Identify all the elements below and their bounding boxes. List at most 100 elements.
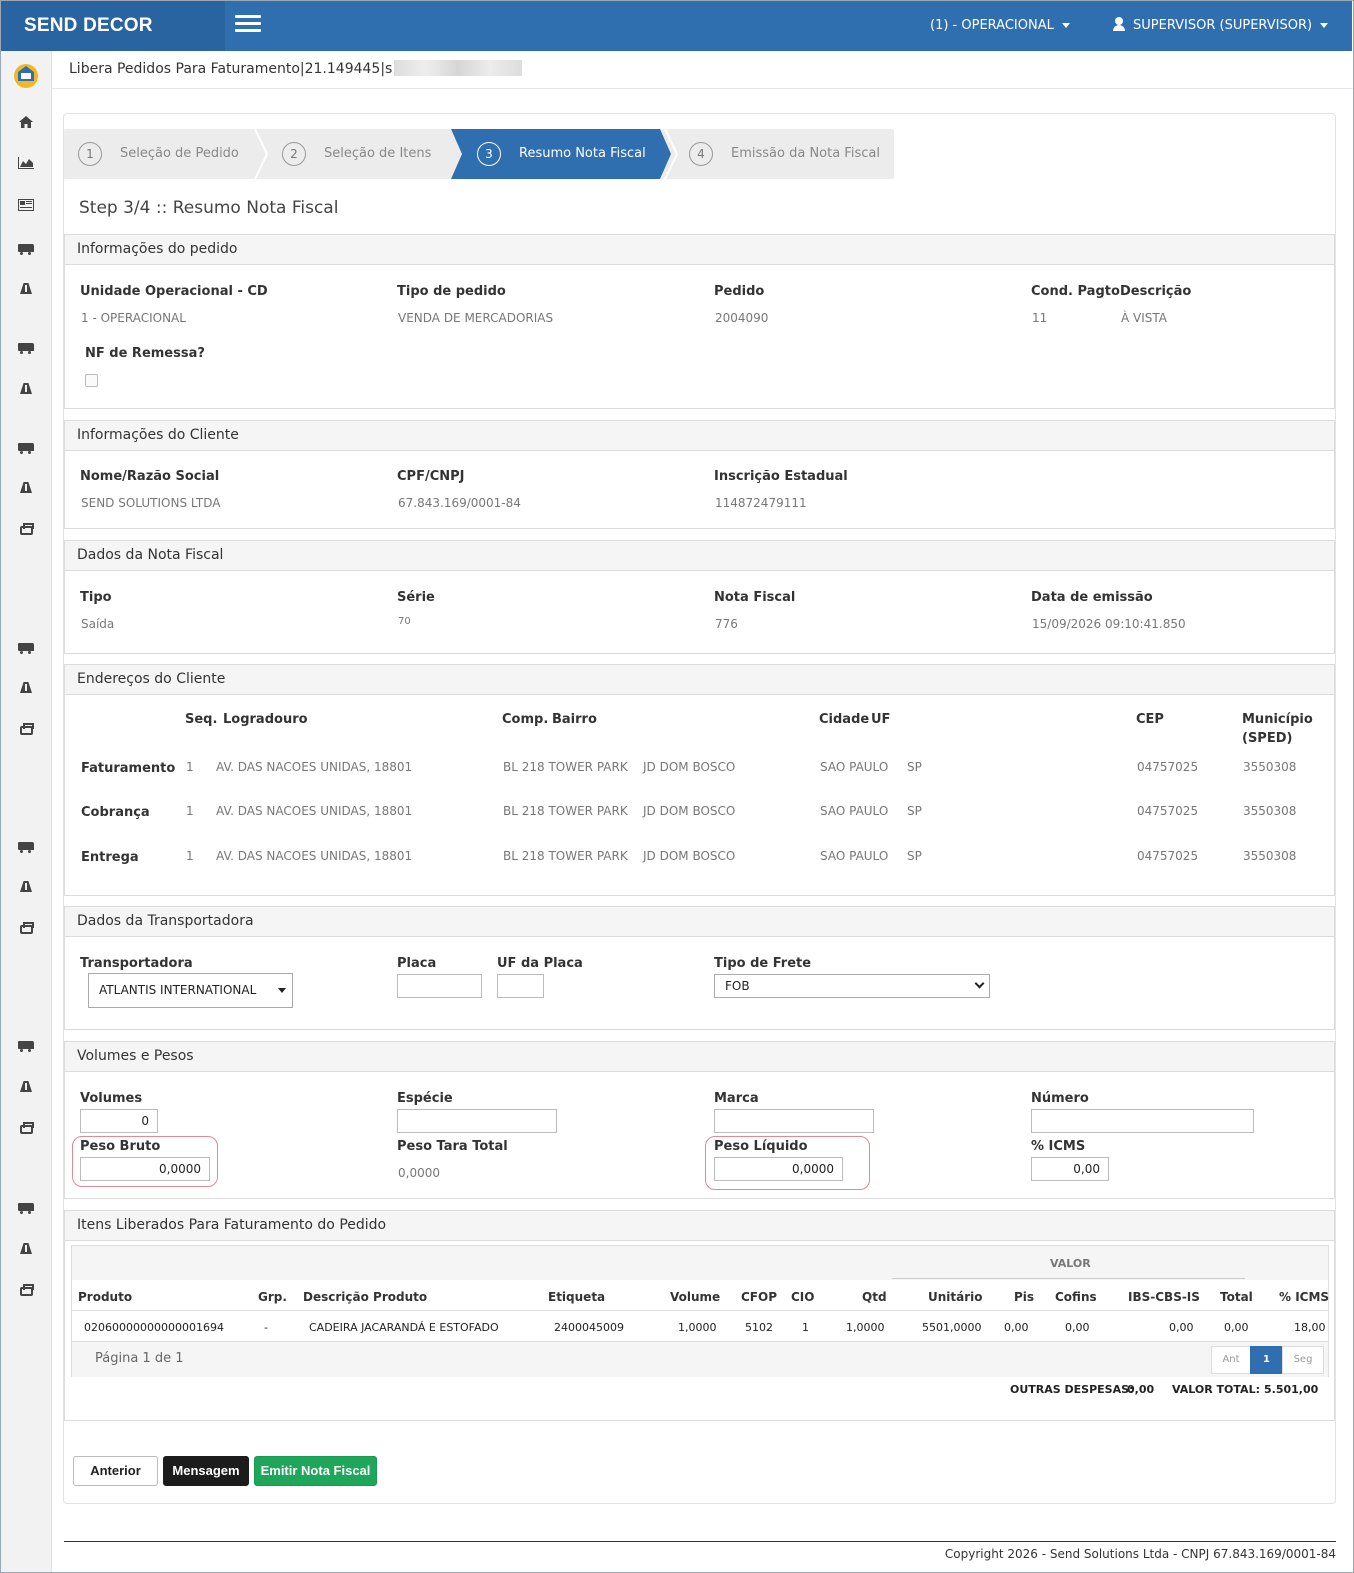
placa-label: Placa (397, 956, 437, 971)
anterior-button[interactable]: Anterior (73, 1456, 158, 1486)
peso-liquido-input[interactable]: 0,0000 (714, 1157, 843, 1181)
valor-total-label: VALOR TOTAL: (1172, 1383, 1260, 1396)
wizard-step-3[interactable]: 3 Resumo Nota Fiscal (477, 129, 646, 179)
col-descricao[interactable]: Descrição Produto (303, 1290, 427, 1304)
nf-remessa-checkbox[interactable] (85, 374, 98, 387)
printer-icon[interactable] (18, 523, 34, 536)
wizard-step-1[interactable]: 1 Seleção de Pedido (78, 129, 239, 179)
printer-icon[interactable] (18, 723, 34, 736)
road-icon[interactable] (18, 682, 34, 694)
area-chart-icon[interactable] (18, 157, 34, 169)
chevron-down-icon (974, 978, 985, 989)
nome-label: Nome/Razão Social (80, 469, 220, 484)
icms-input[interactable]: 0,00 (1031, 1157, 1109, 1181)
unit-dropdown[interactable]: (1) - OPERACIONAL (930, 1, 1070, 51)
numero-input[interactable] (1031, 1109, 1254, 1133)
nf-tipo-label: Tipo (80, 590, 112, 605)
peso-tara-label: Peso Tara Total (397, 1139, 508, 1154)
brand-logo[interactable]: SEND DECOR (1, 1, 225, 51)
col-grp[interactable]: Grp. (258, 1290, 287, 1304)
addr-type-faturamento: Faturamento (81, 761, 176, 776)
volumes-input[interactable]: 0 (80, 1109, 158, 1133)
col-produto[interactable]: Produto (78, 1290, 132, 1304)
app-logo-icon[interactable] (13, 61, 39, 89)
road-icon[interactable] (18, 1081, 34, 1093)
wizard-step-2[interactable]: 2 Seleção de Itens (282, 129, 431, 179)
addr-comp: BL 218 TOWER PARK (503, 760, 628, 774)
col-qtd[interactable]: Qtd (862, 1290, 887, 1304)
truck-icon[interactable] (18, 1039, 34, 1052)
addr-logradouro: AV. DAS NACOES UNIDAS, 18801 (216, 849, 413, 863)
addr-header-bairro: Bairro (552, 712, 597, 727)
emitir-nota-button[interactable]: Emitir Nota Fiscal (254, 1456, 377, 1486)
peso-bruto-input[interactable]: 0,0000 (80, 1157, 210, 1181)
printer-icon[interactable] (18, 1122, 34, 1135)
pager-page-1[interactable]: 1 (1250, 1346, 1283, 1374)
road-icon[interactable] (18, 383, 34, 395)
peso-liquido-label: Peso Líquido (714, 1139, 808, 1154)
addr-uf: SP (907, 760, 922, 774)
newspaper-icon[interactable] (18, 199, 34, 211)
user-dropdown[interactable]: SUPERVISOR (SUPERVISOR) (1113, 1, 1329, 51)
menu-toggle-icon[interactable] (235, 15, 261, 37)
item-cofins: 0,00 (1065, 1321, 1090, 1334)
sidebar (1, 51, 52, 1572)
truck-icon[interactable] (18, 441, 34, 454)
unidade-value: 1 - OPERACIONAL (81, 311, 186, 325)
truck-icon[interactable] (18, 641, 34, 654)
col-volume[interactable]: Volume (670, 1290, 720, 1304)
mensagem-button[interactable]: Mensagem (163, 1456, 249, 1486)
addr-cep: 04757025 (1137, 804, 1199, 818)
item-ibs: 0,00 (1169, 1321, 1194, 1334)
tipo-pedido-label: Tipo de pedido (397, 284, 506, 299)
col-cio[interactable]: CIO (791, 1290, 814, 1304)
uf-placa-input[interactable] (497, 974, 544, 998)
descricao-label: Descrição (1120, 284, 1192, 299)
road-icon[interactable] (18, 1243, 34, 1255)
icms-label: % ICMS (1031, 1139, 1086, 1154)
item-pis: 0,00 (1004, 1321, 1029, 1334)
col-total[interactable]: Total (1220, 1290, 1253, 1304)
truck-icon[interactable] (18, 242, 34, 255)
col-ibs[interactable]: IBS-CBS-IS (1128, 1290, 1200, 1304)
truck-icon[interactable] (18, 341, 34, 354)
col-etiqueta[interactable]: Etiqueta (548, 1290, 605, 1304)
addr-header-cidade: Cidade (819, 712, 870, 727)
truck-icon[interactable] (18, 1201, 34, 1214)
truck-icon[interactable] (18, 840, 34, 853)
chevron-down-icon (1061, 23, 1070, 28)
printer-icon[interactable] (18, 922, 34, 935)
especie-input[interactable] (397, 1109, 557, 1133)
pager-next-button[interactable]: Seg (1282, 1346, 1324, 1374)
cnpj-value: 67.843.169/0001-84 (398, 496, 521, 510)
pager-prev-button[interactable]: Ant (1211, 1346, 1251, 1374)
nf-numero-label: Nota Fiscal (714, 590, 796, 605)
top-navbar: SEND DECOR (1) - OPERACIONAL SUPERVISOR … (1, 1, 1352, 51)
user-icon (1113, 17, 1125, 31)
placa-input[interactable] (397, 974, 482, 998)
col-cfop[interactable]: CFOP (741, 1290, 777, 1304)
nf-tipo-value: Saída (81, 617, 115, 631)
addr-municipio: 3550308 (1243, 849, 1297, 863)
addr-municipio: 3550308 (1243, 760, 1297, 774)
tipo-frete-select[interactable]: FOB (714, 974, 990, 998)
redacted-text (394, 60, 523, 76)
home-icon[interactable] (18, 116, 34, 128)
addr-cidade: SAO PAULO (820, 760, 889, 774)
marca-input[interactable] (714, 1109, 874, 1133)
road-icon[interactable] (18, 283, 34, 295)
outras-despesas-label: OUTRAS DESPESAS: (1010, 1383, 1134, 1396)
col-unitario[interactable]: Unitário (928, 1290, 983, 1304)
col-pis[interactable]: Pis (1014, 1290, 1034, 1304)
col-cofins[interactable]: Cofins (1055, 1290, 1097, 1304)
road-icon[interactable] (18, 482, 34, 494)
addr-header-municipio: Município (1242, 712, 1313, 727)
addr-logradouro: AV. DAS NACOES UNIDAS, 18801 (216, 760, 413, 774)
printer-icon[interactable] (18, 1284, 34, 1297)
wizard-step-4[interactable]: 4 Emissão da Nota Fiscal (689, 129, 880, 179)
col-icms[interactable]: % ICMS (1279, 1290, 1329, 1304)
nf-remessa-label: NF de Remessa? (85, 346, 205, 361)
transportadora-select[interactable]: ATLANTIS INTERNATIONAL (88, 973, 293, 1008)
item-qtd: 1,0000 (846, 1321, 885, 1334)
road-icon[interactable] (18, 881, 34, 893)
